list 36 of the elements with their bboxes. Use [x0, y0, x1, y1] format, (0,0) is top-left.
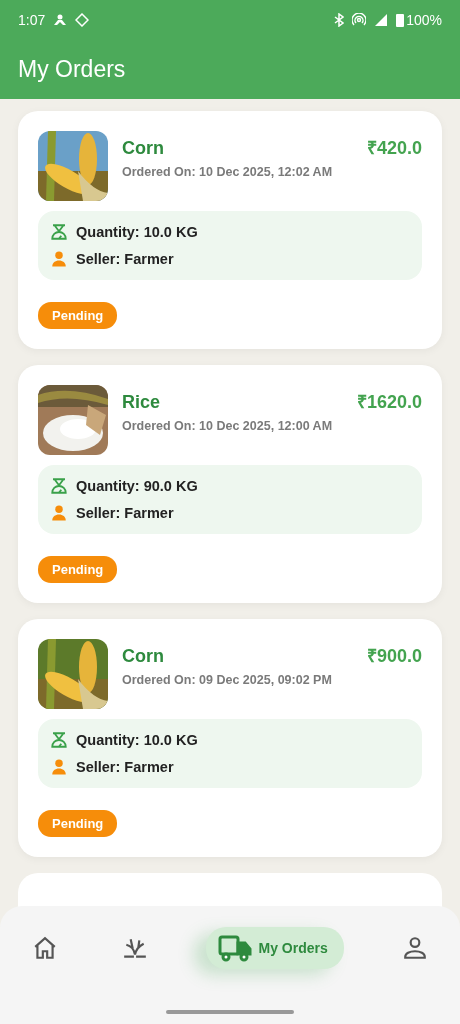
battery-icon [396, 13, 405, 27]
product-name: Corn [122, 138, 164, 159]
diamond-icon [75, 13, 90, 27]
status-time: 1:07 [18, 12, 46, 28]
order-price: ₹1620.0 [356, 391, 422, 413]
person-icon [50, 250, 68, 268]
quantity-text: Quantity: 10.0 KG [76, 224, 198, 240]
status-badge: Pending [38, 302, 118, 329]
status-badge: Pending [38, 810, 118, 837]
quantity-text: Quantity: 10.0 KG [76, 732, 198, 748]
seller-text: Seller: Farmer [76, 759, 174, 775]
product-name: Corn [122, 646, 164, 667]
order-card[interactable]: Corn ₹900.0 Ordered On: 09 Dec 2025, 09:02 PM Quantity: 10.0 KG Seller: Farmer Pending [18, 619, 442, 857]
product-name: Rice [122, 392, 161, 413]
page-title: My Orders [18, 56, 126, 83]
order-card[interactable]: Rice ₹1620.0 Ordered On: 10 Dec 2025, 12:00 AM Quantity: 90.0 KG Seller: Farmer Pending [18, 365, 442, 603]
battery-level: 100% [406, 12, 442, 28]
seller-text: Seller: Farmer [76, 505, 174, 521]
nav-tab[interactable]: My Orders [206, 927, 344, 969]
status-badge: Pending [38, 556, 118, 583]
order-date: Ordered On: 10 Dec 2025, 12:02 AM [122, 165, 334, 179]
truck-icon [218, 934, 253, 962]
hotspot-icon [352, 13, 367, 27]
order-price: ₹900.0 [366, 645, 422, 667]
order-price: ₹420.0 [366, 137, 422, 159]
profile-icon [401, 935, 428, 961]
signal-icon [374, 13, 389, 27]
order-date: Ordered On: 09 Dec 2025, 09:02 PM [122, 673, 333, 687]
bluetooth-icon [334, 13, 345, 27]
order-card[interactable]: Corn ₹420.0 Ordered On: 10 Dec 2025, 12:02 AM Quantity: 10.0 KG Seller: Farmer Pending [18, 111, 442, 349]
quantity-text: Quantity: 90.0 KG [76, 478, 198, 494]
order-date: Ordered On: 10 Dec 2025, 12:00 AM [122, 419, 334, 433]
person-icon [50, 758, 68, 776]
person-icon [50, 504, 68, 522]
notification-icon [53, 13, 68, 27]
seller-text: Seller: Farmer [76, 251, 174, 267]
